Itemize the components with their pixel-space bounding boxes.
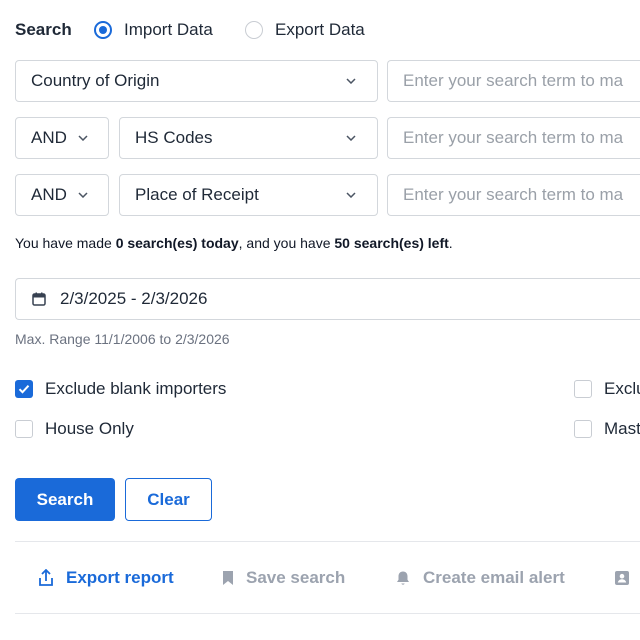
exclude-blank-importers-label[interactable]: Exclude blank importers (45, 379, 226, 399)
calendar-icon (32, 292, 46, 306)
operator-select-and-1[interactable]: AND (15, 117, 109, 159)
bookmark-icon (223, 571, 233, 585)
chevron-down-icon (346, 61, 356, 101)
date-range-field[interactable]: 2/3/2025 - 2/3/2026 (15, 278, 640, 320)
check-icon (18, 385, 30, 394)
save-search-action[interactable]: Save search (222, 566, 345, 590)
operator-select-and-2[interactable]: AND (15, 174, 109, 216)
chevron-down-icon (346, 118, 356, 158)
search-term-input-2[interactable]: Enter your search term to ma (387, 117, 640, 159)
house-only-label[interactable]: House Only (45, 419, 134, 439)
clear-button[interactable]: Clear (125, 478, 212, 521)
exclude-option-label[interactable]: Exclu (604, 379, 640, 399)
create-email-alert-action[interactable]: Create email alert (395, 566, 565, 590)
searches-left-count: 50 search(es) left (334, 235, 449, 251)
field-select-label: HS Codes (135, 128, 213, 147)
field-select-label: Country of Origin (31, 71, 160, 90)
import-data-radio[interactable] (94, 21, 112, 39)
date-range-value: 2/3/2025 - 2/3/2026 (60, 289, 208, 308)
search-mode-label: Search (15, 20, 72, 39)
operator-label: AND (31, 128, 67, 147)
field-select-label: Place of Receipt (135, 185, 259, 204)
export-report-action[interactable]: Export report (38, 566, 174, 590)
date-range-hint: Max. Range 11/1/2006 to 2/3/2026 (15, 331, 230, 347)
operator-label: AND (31, 185, 67, 204)
field-select-hs-codes[interactable]: HS Codes (119, 117, 378, 159)
field-select-country-of-origin[interactable]: Country of Origin (15, 60, 378, 102)
exclude-blank-importers-checkbox[interactable] (15, 380, 33, 398)
master-option-checkbox[interactable] (574, 420, 592, 438)
share-icon (39, 569, 53, 586)
search-quota-text: You have made 0 search(es) today, and yo… (15, 235, 453, 251)
house-only-checkbox[interactable] (15, 420, 33, 438)
chevron-down-icon (346, 175, 356, 215)
search-button[interactable]: Search (15, 478, 115, 521)
master-option-label[interactable]: Mast (604, 419, 640, 439)
field-select-place-of-receipt[interactable]: Place of Receipt (119, 174, 378, 216)
bell-icon (397, 571, 409, 585)
searches-made-count: 0 search(es) today (115, 235, 239, 251)
divider (15, 613, 640, 614)
exclude-option-checkbox[interactable] (574, 380, 592, 398)
chevron-down-icon (78, 175, 88, 215)
search-term-input-3[interactable]: Enter your search term to ma (387, 174, 640, 216)
chevron-down-icon (78, 118, 88, 158)
divider (15, 541, 640, 542)
import-data-label[interactable]: Import Data (124, 20, 213, 40)
contact-card-action[interactable] (614, 566, 640, 590)
contact-card-icon (615, 571, 629, 585)
export-data-radio[interactable] (245, 21, 263, 39)
export-data-label[interactable]: Export Data (275, 20, 365, 40)
search-term-input-1[interactable]: Enter your search term to ma (387, 60, 640, 102)
